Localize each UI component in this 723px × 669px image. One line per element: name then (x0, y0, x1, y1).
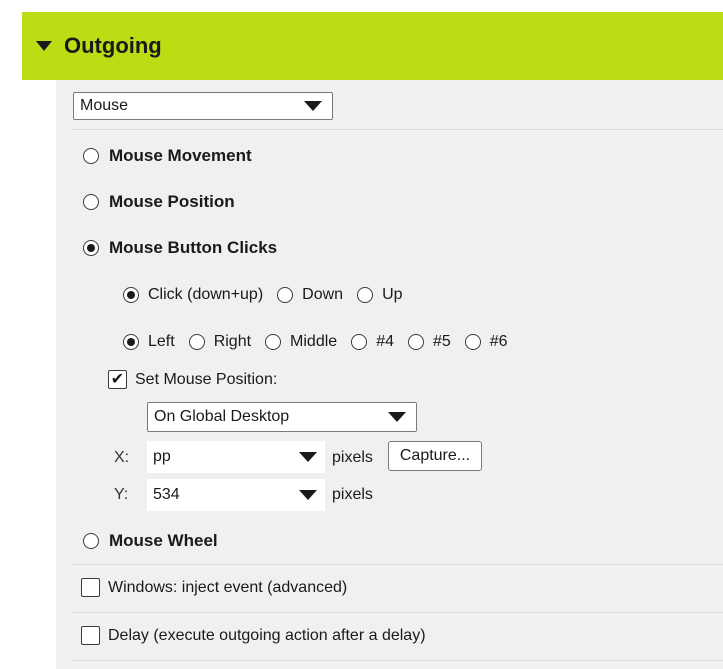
radio-selected-icon[interactable] (83, 240, 99, 256)
action-type-value: Mouse (80, 97, 129, 114)
radio-label: Mouse Wheel (109, 531, 218, 550)
radio-label: #4 (376, 333, 394, 350)
action-type-select[interactable]: Mouse (73, 92, 333, 120)
checkmark-icon[interactable]: ✔ (108, 370, 127, 389)
radio-label: Left (148, 333, 175, 350)
collapse-triangle-icon[interactable] (36, 41, 52, 51)
chevron-down-icon[interactable] (299, 452, 317, 462)
coordinate-space-value: On Global Desktop (154, 408, 290, 425)
radio-button-4[interactable] (351, 334, 368, 350)
x-value: pp (153, 448, 171, 465)
x-label: X: (114, 449, 130, 466)
radio-label: Click (down+up) (148, 286, 264, 303)
checkbox-label: Delay (execute outgoing action after a d… (108, 626, 426, 644)
radio-icon[interactable] (83, 194, 99, 210)
divider (72, 564, 723, 565)
radio-mouse-button-clicks[interactable]: Mouse Button Clicks (83, 238, 277, 258)
radio-down[interactable] (277, 287, 294, 303)
y-value: 534 (153, 486, 180, 503)
click-type-group: Click (down+up) Down Up (123, 286, 417, 304)
radio-label: Mouse Button Clicks (109, 238, 278, 257)
y-coordinate-combo[interactable]: 534 (147, 479, 325, 511)
y-unit-label: pixels (332, 486, 373, 503)
delay-checkbox[interactable]: Delay (execute outgoing action after a d… (81, 626, 426, 645)
capture-button-label: Capture... (399, 447, 471, 464)
coordinate-space-select[interactable]: On Global Desktop (147, 402, 417, 432)
radio-label: #6 (489, 333, 508, 350)
radio-label: Right (213, 333, 252, 350)
radio-mouse-wheel[interactable]: Mouse Wheel (83, 531, 218, 551)
checkbox-box[interactable] (81, 578, 100, 597)
chevron-down-icon (388, 412, 406, 422)
divider (72, 612, 723, 613)
outgoing-section-header[interactable]: Outgoing (22, 12, 723, 80)
radio-button-5[interactable] (407, 334, 424, 350)
chevron-down-icon[interactable] (299, 490, 317, 500)
radio-mouse-position[interactable]: Mouse Position (83, 192, 235, 212)
radio-icon[interactable] (83, 533, 99, 549)
radio-label: Down (302, 286, 344, 303)
radio-label: Mouse Position (109, 192, 235, 211)
radio-label: Mouse Movement (109, 146, 252, 165)
radio-up[interactable] (357, 287, 374, 303)
x-unit-label: pixels (332, 449, 373, 466)
radio-label: Up (382, 286, 403, 303)
radio-click-down-up[interactable] (123, 287, 139, 303)
inject-event-checkbox[interactable]: Windows: inject event (advanced) (81, 578, 347, 597)
outgoing-panel: Mouse Mouse Movement Mouse Position Mous… (56, 80, 723, 669)
checkbox-label: Set Mouse Position: (135, 370, 278, 388)
checkbox-label: Windows: inject event (advanced) (108, 578, 348, 596)
radio-label: Middle (290, 333, 338, 350)
radio-right[interactable] (188, 334, 205, 350)
y-label: Y: (114, 486, 129, 503)
set-mouse-position-checkbox[interactable]: ✔ Set Mouse Position: (108, 370, 277, 389)
checkbox-box[interactable] (81, 626, 100, 645)
radio-icon[interactable] (83, 148, 99, 164)
capture-button[interactable]: Capture... (388, 441, 482, 471)
radio-middle[interactable] (265, 334, 282, 350)
button-choice-group: Left Right Middle #4 #5 #6 (123, 333, 522, 351)
radio-left[interactable] (123, 334, 139, 350)
divider (72, 660, 723, 661)
x-coordinate-combo[interactable]: pp (147, 441, 325, 473)
radio-label: #5 (432, 333, 451, 350)
chevron-down-icon (304, 101, 322, 111)
divider (72, 129, 723, 130)
radio-button-6[interactable] (464, 334, 481, 350)
section-title: Outgoing (64, 33, 162, 58)
radio-mouse-movement[interactable]: Mouse Movement (83, 146, 252, 166)
